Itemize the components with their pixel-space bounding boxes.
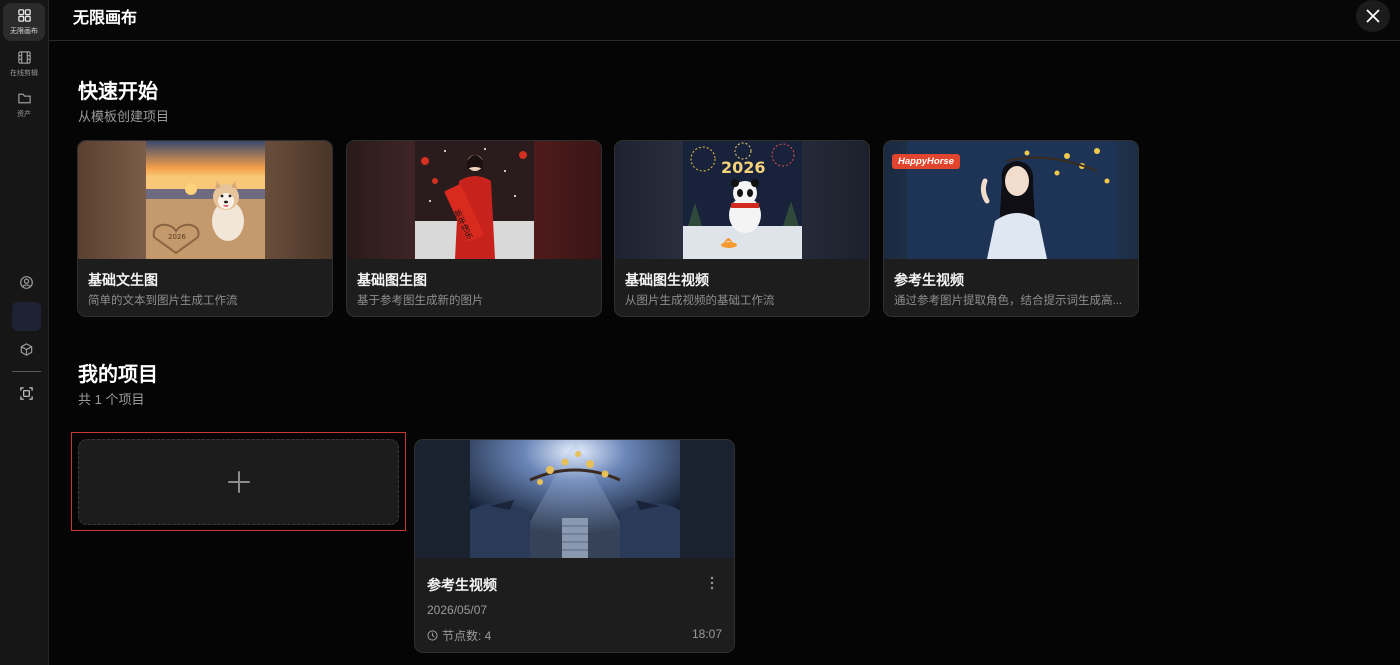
template-thumbnail: HappyHorse — [884, 141, 1138, 259]
blank-square-button[interactable] — [12, 302, 41, 331]
template-description: 简单的文本到图片生成工作流 — [88, 295, 238, 307]
cube-button[interactable] — [12, 335, 41, 364]
template-thumbnail: 2026 — [615, 141, 869, 259]
beach-dog-image: 2026 — [146, 141, 265, 259]
close-button[interactable] — [1356, 0, 1390, 32]
template-title: 参考生视频 — [894, 272, 964, 288]
new-year-girl-image: 新年快乐 — [415, 141, 534, 259]
scan-button[interactable] — [12, 379, 41, 408]
year-text: 2026 — [721, 158, 766, 177]
my-projects-count: 共 1 个项目 — [78, 392, 145, 407]
project-date: 2026/05/07 — [427, 603, 488, 617]
project-card[interactable]: 参考生视频 2026/05/07 节点数: 4 18:07 — [414, 439, 735, 653]
node-count-text: 节点数: 4 — [442, 629, 492, 643]
sidebar-item-label: 无限画布 — [10, 28, 38, 35]
project-thumbnail — [415, 440, 734, 558]
new-project-button[interactable] — [78, 439, 399, 525]
template-card-text-to-image[interactable]: 2026 基础文生图 简单的文本到图片生成工作流 — [77, 140, 333, 317]
scan-icon — [20, 387, 33, 400]
top-bar: 无限画布 — [49, 0, 1400, 41]
cube-icon — [20, 343, 33, 356]
quick-start-subtitle: 从模板创建项目 — [78, 109, 170, 124]
user-icon — [20, 276, 33, 289]
project-title: 参考生视频 — [427, 577, 497, 593]
grid-icon — [17, 9, 31, 22]
user-button[interactable] — [12, 268, 41, 297]
template-title: 基础文生图 — [88, 272, 158, 288]
template-title: 基础图生图 — [357, 272, 427, 288]
close-icon — [1366, 9, 1380, 23]
template-title: 基础图生视频 — [625, 272, 709, 288]
template-description: 通过参考图片提取角色，结合提示词生成高... — [894, 295, 1123, 307]
clock-icon — [427, 630, 438, 641]
project-node-count: 节点数: 4 — [427, 627, 491, 644]
folder-icon — [17, 93, 31, 104]
template-description: 基于参考图生成新的图片 — [357, 295, 484, 307]
sidebar: 无限画布 在线剪辑 资产 — [0, 0, 49, 665]
my-projects-title: 我的项目 — [78, 364, 158, 386]
sidebar-item-label: 资产 — [17, 111, 31, 118]
template-card-image-to-video[interactable]: 2026 基础图生视频 从图片生成视频的基础工作流 — [614, 140, 870, 317]
sidebar-item-label: 在线剪辑 — [10, 70, 38, 77]
sand-year-text: 2026 — [168, 233, 186, 241]
film-icon — [17, 51, 31, 64]
template-thumbnail: 新年快乐 — [347, 141, 601, 259]
template-description: 从图片生成视频的基础工作流 — [625, 295, 775, 307]
sidebar-divider — [12, 371, 41, 372]
panda-fireworks-image: 2026 — [683, 141, 802, 259]
project-temple-image — [470, 440, 680, 558]
plus-icon — [227, 471, 250, 493]
quick-start-title: 快速开始 — [78, 81, 158, 103]
sidebar-item-infinite-canvas[interactable]: 无限画布 — [3, 3, 45, 41]
sidebar-item-assets[interactable]: 资产 — [3, 86, 45, 124]
page-title: 无限画布 — [73, 10, 138, 27]
new-project-highlight[interactable] — [71, 432, 406, 531]
template-card-image-to-image[interactable]: 新年快乐 基础图生图 基于参考图生成新的图片 — [346, 140, 602, 317]
template-thumbnail: 2026 — [78, 141, 332, 259]
template-card-reference-to-video[interactable]: HappyHorse 参考生视频 通过参考图片提取角色，结合提示词生成高... — [883, 140, 1139, 317]
sidebar-item-online-edit[interactable]: 在线剪辑 — [3, 45, 45, 83]
template-badge: HappyHorse — [892, 154, 960, 169]
more-options-icon[interactable] — [704, 574, 720, 592]
project-time: 18:07 — [691, 627, 722, 641]
